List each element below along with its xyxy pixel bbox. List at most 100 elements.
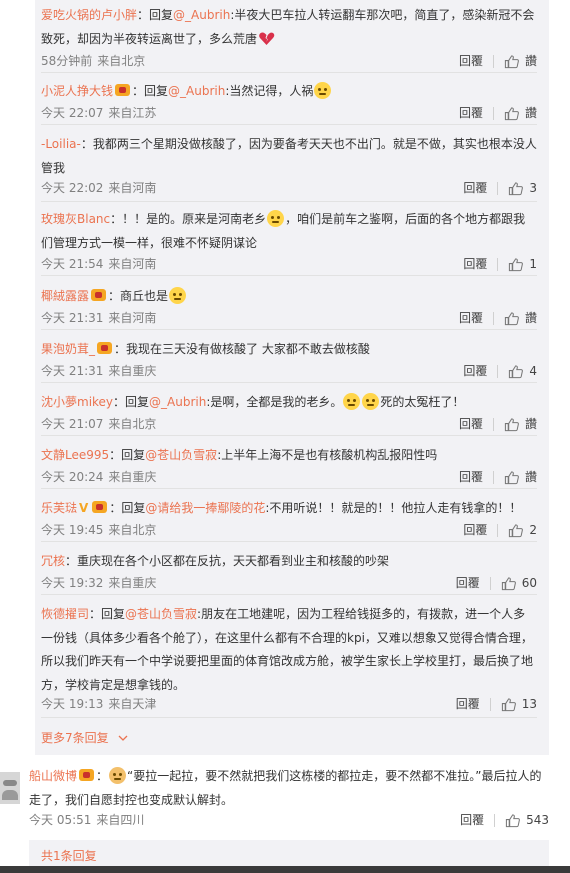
reply-text: 恢德擢司：回复@苍山负雪寂:朋友在工地建呢，因为工程给钱挺多的，有拨款，进一个人…	[41, 607, 534, 692]
mention-link[interactable]: @_Aubrih	[173, 8, 230, 22]
like-button[interactable]: 60	[501, 574, 537, 592]
reply-meta: 今天 20:24 来自重庆 回覆 讚	[41, 468, 537, 486]
reply-meta: 今天 22:02 来自河南 回覆 3	[41, 179, 537, 197]
reply-meta: 今天 21:31 来自河南 回覆 讚	[41, 309, 537, 327]
crying-face-emoji	[267, 210, 285, 227]
reply-text: 乐芙琺 V ：回复@请给我一捧鄢陵的花:不用听说！！就是的！！他拉人走有钱拿的！！	[41, 501, 522, 515]
reply-button[interactable]: 回覆	[463, 179, 487, 197]
crying-face-emoji	[169, 287, 187, 304]
like-button[interactable]: 543	[505, 811, 549, 829]
like-button[interactable]: 3	[508, 179, 537, 197]
reply-username[interactable]: 爱吃火锅的卢小胖	[41, 8, 137, 22]
reply-text: 玫瑰灰Blanc：！！是的。原来是河南老乡 ，咱们是前车之鉴啊，后面的各个地方都跟…	[41, 210, 526, 250]
reply-text: 冗核：重庆现在各个小区都在反抗，天天都看到业主和核酸的吵架	[41, 554, 390, 568]
reply-item: 乐芙琺 V ：回复@请给我一捧鄢陵的花:不用听说！！就是的！！他拉人走有钱拿的！！ …	[41, 497, 537, 542]
reply-username[interactable]: -Loilia-	[41, 137, 81, 151]
reply-item: 玫瑰灰Blanc：！！是的。原来是河南老乡 ，咱们是前车之鉴啊，后面的各个地方都跟…	[41, 208, 537, 276]
reply-item: 冗核：重庆现在各个小区都在反抗，天天都看到业主和核酸的吵架 今天 19:32 来自…	[41, 550, 537, 595]
like-label: 讚	[524, 106, 537, 120]
reply-item: 爱吃火锅的卢小胖：回复@_Aubrih:半夜大巴车拉人转运翻车那次吧，简直了，感…	[41, 4, 537, 73]
reply-username[interactable]: 冗核	[41, 554, 65, 568]
like-button[interactable]: 讚	[504, 309, 537, 327]
like-count: 4	[529, 364, 537, 378]
reply-button[interactable]: 回覆	[463, 521, 487, 539]
reply-username[interactable]: 沈小夢mikey	[41, 395, 113, 409]
reply-item: 小泥人挣大钱 ：回复@_Aubrih:当然记得，人祸 今天 22:07 来自江苏 回…	[41, 80, 537, 125]
reply-text: 果泡奶茸_ ：我现在三天没有做核酸了 大家都不敢去做核酸	[41, 342, 370, 356]
vip-icon	[91, 289, 107, 301]
avatar[interactable]	[0, 772, 20, 804]
reply-username[interactable]: 玫瑰灰Blanc	[41, 212, 110, 226]
thumbs-up-icon	[505, 813, 520, 827]
reply-item: -Loilia-：我都两三个星期没做核酸了，因为要备考天天也不出门。就是不做，其…	[41, 133, 537, 202]
reply-item: 果泡奶茸_ ：我现在三天没有做核酸了 大家都不敢去做核酸 今天 21:31 来自重庆…	[41, 338, 537, 383]
reply-meta: 58分钟前 来自北京 回覆 讚	[41, 52, 537, 70]
thumbs-up-icon	[504, 311, 519, 325]
thumbs-up-icon	[509, 181, 524, 195]
thumbs-up-icon	[509, 364, 524, 378]
reply-button[interactable]: 回覆	[459, 52, 483, 70]
like-button[interactable]: 2	[508, 521, 537, 539]
like-button[interactable]: 讚	[504, 52, 537, 70]
like-count: 3	[529, 181, 537, 195]
reply-meta: 今天 22:07 来自江苏 回覆 讚	[41, 104, 537, 122]
comment-text: 船山微博： “要拉一起拉，要不然就把我们这栋楼的都拉走，要不然都不准拉。”最后拉人…	[29, 767, 542, 807]
thumbs-up-icon	[504, 417, 519, 431]
reply-button[interactable]: 回覆	[459, 309, 483, 327]
sad-face-emoji	[314, 82, 332, 99]
total-replies-link[interactable]: 共1条回复	[41, 847, 97, 864]
mention-link[interactable]: @苍山负雪寂	[145, 448, 217, 462]
reply-button[interactable]: 回覆	[463, 255, 487, 273]
thumbs-up-icon	[509, 257, 524, 271]
comment-username[interactable]: 船山微博	[29, 769, 77, 783]
thumbs-up-icon	[504, 470, 519, 484]
reply-text: 文静Lee995：回复@苍山负雪寂:上半年上海不是也有核酸机构乱报阳性吗	[41, 448, 438, 462]
reply-username[interactable]: 果泡奶茸_	[41, 342, 95, 356]
mention-link[interactable]: @_Aubrih	[149, 395, 206, 409]
like-button[interactable]: 讚	[504, 468, 537, 486]
reply-meta: 今天 21:07 来自北京 回覆 讚	[41, 415, 537, 433]
like-button[interactable]: 讚	[504, 415, 537, 433]
like-label: 讚	[524, 311, 537, 325]
reply-meta: 今天 19:32 来自重庆 回覆 60	[41, 574, 537, 592]
vip-icon	[92, 501, 108, 513]
reply-text: -Loilia-：我都两三个星期没做核酸了，因为要备考天天也不出门。就是不做，其…	[41, 137, 537, 175]
reply-username[interactable]: 恢德擢司	[41, 607, 89, 621]
window-bottom-edge	[0, 866, 570, 873]
reply-username[interactable]: 小泥人挣大钱	[41, 84, 113, 98]
broken-heart-emoji	[258, 30, 275, 47]
verified-v-icon: V	[79, 501, 89, 515]
reply-button[interactable]: 回覆	[459, 468, 483, 486]
like-button[interactable]: 讚	[504, 104, 537, 122]
like-button[interactable]: 4	[508, 362, 537, 380]
reply-username[interactable]: 乐芙琺	[41, 501, 77, 515]
reply-username[interactable]: 文静Lee995	[41, 448, 109, 462]
crying-face-emoji	[343, 393, 361, 410]
like-label: 讚	[524, 417, 537, 431]
mention-link[interactable]: @_Aubrih	[168, 84, 225, 98]
clap-emoji	[109, 767, 127, 784]
crying-face-emoji	[362, 393, 380, 410]
reply-item: 恢德擢司：回复@苍山负雪寂:朋友在工地建呢，因为工程给钱挺多的，有拨款，进一个人…	[41, 603, 537, 718]
reply-button[interactable]: 回覆	[460, 811, 484, 829]
like-button[interactable]: 1	[508, 255, 537, 273]
reply-text: 沈小夢mikey：回复@_Aubrih:是啊，全都是我的老乡。 死的太冤枉了！	[41, 393, 465, 410]
reply-item: 椰絨露露 ：商丘也是 今天 21:31 来自河南 回覆 讚	[41, 285, 537, 330]
like-button[interactable]: 13	[501, 695, 537, 713]
reply-meta: 今天 21:54 来自河南 回覆 1	[41, 255, 537, 273]
reply-meta: 今天 19:45 来自北京 回覆 2	[41, 521, 537, 539]
reply-button[interactable]: 回覆	[459, 415, 483, 433]
reply-button[interactable]: 回覆	[463, 362, 487, 380]
like-count: 2	[529, 523, 537, 537]
mention-link[interactable]: @苍山负雪寂	[125, 607, 197, 621]
comment-meta: 今天 05:51 来自四川 回覆 543	[29, 811, 549, 829]
reply-meta: 今天 21:31 来自重庆 回覆 4	[41, 362, 537, 380]
reply-button[interactable]: 回覆	[456, 574, 480, 592]
reply-username[interactable]: 椰絨露露	[41, 289, 89, 303]
reply-item: 沈小夢mikey：回复@_Aubrih:是啊，全都是我的老乡。 死的太冤枉了！ 今…	[41, 391, 537, 436]
reply-button[interactable]: 回覆	[456, 695, 480, 713]
more-replies-link[interactable]: 更多7条回复	[41, 729, 129, 747]
mention-link[interactable]: @请给我一捧鄢陵的花	[145, 501, 265, 515]
like-count: 1	[529, 257, 537, 271]
reply-button[interactable]: 回覆	[459, 104, 483, 122]
